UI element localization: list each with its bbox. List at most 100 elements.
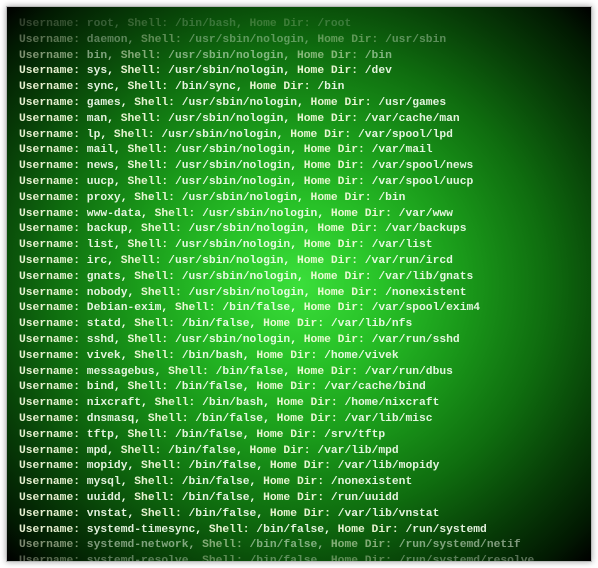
- homedir-label: Home Dir:: [304, 160, 365, 172]
- homedir-value: /var/run/sshd: [372, 334, 460, 346]
- username-label: Username:: [19, 255, 80, 267]
- username-value: man: [87, 113, 107, 125]
- username-value: vnstat: [87, 508, 128, 520]
- homedir-label: Home Dir:: [331, 208, 392, 220]
- user-row: Username: root, Shell: /bin/bash, Home D…: [19, 17, 579, 33]
- shell-label: Shell:: [127, 334, 168, 346]
- homedir-value: /home/vivek: [324, 350, 399, 362]
- homedir-value: /var/lib/misc: [344, 413, 432, 425]
- username-label: Username:: [19, 539, 80, 551]
- terminal-output: Username: root, Shell: /bin/bash, Home D…: [6, 6, 592, 562]
- username-value: uuidd: [87, 492, 121, 504]
- user-list: Username: root, Shell: /bin/bash, Home D…: [7, 7, 591, 562]
- homedir-value: /var/lib/vnstat: [338, 508, 440, 520]
- username-value: irc: [87, 255, 107, 267]
- username-label: Username:: [19, 476, 80, 488]
- shell-value: /bin/false: [182, 318, 250, 330]
- user-row: Username: messagebus, Shell: /bin/false,…: [19, 365, 579, 381]
- username-value: nobody: [87, 287, 128, 299]
- homedir-label: Home Dir:: [338, 524, 399, 536]
- homedir-value: /var/run/ircd: [365, 255, 453, 267]
- homedir-value: /var/www: [399, 208, 453, 220]
- shell-label: Shell:: [121, 65, 162, 77]
- homedir-label: Home Dir:: [304, 144, 365, 156]
- shell-value: /bin/bash: [182, 350, 243, 362]
- homedir-label: Home Dir:: [304, 334, 365, 346]
- username-label: Username:: [19, 445, 80, 457]
- homedir-value: /bin: [378, 192, 405, 204]
- shell-value: /usr/sbin/nologin: [182, 97, 297, 109]
- user-row: Username: mpd, Shell: /bin/false, Home D…: [19, 444, 579, 460]
- homedir-value: /run/systemd/netif: [399, 539, 521, 551]
- username-value: bin: [87, 50, 107, 62]
- homedir-label: Home Dir:: [297, 366, 358, 378]
- username-value: daemon: [87, 34, 128, 46]
- homedir-label: Home Dir:: [304, 239, 365, 251]
- shell-label: Shell:: [134, 350, 175, 362]
- homedir-label: Home Dir:: [263, 492, 324, 504]
- user-row: Username: dnsmasq, Shell: /bin/false, Ho…: [19, 412, 579, 428]
- homedir-value: /run/uuidd: [331, 492, 399, 504]
- shell-label: Shell:: [141, 34, 182, 46]
- homedir-value: /var/spool/news: [372, 160, 474, 172]
- username-label: Username:: [19, 34, 80, 46]
- user-row: Username: gnats, Shell: /usr/sbin/nologi…: [19, 270, 579, 286]
- shell-label: Shell:: [127, 160, 168, 172]
- homedir-label: Home Dir:: [290, 129, 351, 141]
- homedir-label: Home Dir:: [297, 113, 358, 125]
- username-label: Username:: [19, 492, 80, 504]
- homedir-label: Home Dir:: [256, 350, 317, 362]
- shell-value: /usr/sbin/nologin: [175, 334, 290, 346]
- shell-label: Shell:: [121, 113, 162, 125]
- shell-label: Shell:: [127, 18, 168, 30]
- shell-label: Shell:: [134, 192, 175, 204]
- user-row: Username: sshd, Shell: /usr/sbin/nologin…: [19, 333, 579, 349]
- username-value: uucp: [87, 176, 114, 188]
- shell-value: /usr/sbin/nologin: [175, 239, 290, 251]
- username-label: Username:: [19, 302, 80, 314]
- homedir-value: /home/nixcraft: [344, 397, 439, 409]
- username-value: dnsmasq: [87, 413, 134, 425]
- user-row: Username: sys, Shell: /usr/sbin/nologin,…: [19, 64, 579, 80]
- username-label: Username:: [19, 508, 80, 520]
- homedir-label: Home Dir:: [297, 255, 358, 267]
- shell-value: /usr/sbin/nologin: [175, 160, 290, 172]
- user-row: Username: mysql, Shell: /bin/false, Home…: [19, 475, 579, 491]
- shell-label: Shell:: [134, 97, 175, 109]
- username-value: root: [87, 18, 114, 30]
- username-value: bind: [87, 381, 114, 393]
- shell-label: Shell:: [127, 81, 168, 93]
- username-value: news: [87, 160, 114, 172]
- username-value: systemd-resolve: [87, 555, 189, 562]
- shell-label: Shell:: [148, 413, 189, 425]
- shell-value: /bin/false: [189, 508, 257, 520]
- shell-value: /bin/bash: [202, 397, 263, 409]
- user-row: Username: backup, Shell: /usr/sbin/nolog…: [19, 222, 579, 238]
- username-label: Username:: [19, 129, 80, 141]
- shell-value: /usr/sbin/nologin: [189, 34, 304, 46]
- homedir-label: Home Dir:: [263, 476, 324, 488]
- username-value: statd: [87, 318, 121, 330]
- homedir-value: /bin: [365, 50, 392, 62]
- user-row: Username: uuidd, Shell: /bin/false, Home…: [19, 491, 579, 507]
- user-row: Username: Debian-exim, Shell: /bin/false…: [19, 301, 579, 317]
- user-row: Username: vivek, Shell: /bin/bash, Home …: [19, 349, 579, 365]
- homedir-label: Home Dir:: [331, 539, 392, 551]
- shell-value: /usr/sbin/nologin: [175, 176, 290, 188]
- username-label: Username:: [19, 397, 80, 409]
- homedir-label: Home Dir:: [311, 97, 372, 109]
- username-value: vivek: [87, 350, 121, 362]
- homedir-label: Home Dir:: [311, 192, 372, 204]
- homedir-value: /var/lib/nfs: [331, 318, 412, 330]
- shell-value: /bin/false: [175, 381, 243, 393]
- user-row: Username: games, Shell: /usr/sbin/nologi…: [19, 96, 579, 112]
- homedir-value: /var/spool/uucp: [372, 176, 474, 188]
- shell-value: /bin/false: [189, 460, 257, 472]
- user-row: Username: tftp, Shell: /bin/false, Home …: [19, 428, 579, 444]
- shell-value: /usr/sbin/nologin: [175, 144, 290, 156]
- username-label: Username:: [19, 381, 80, 393]
- homedir-value: /var/cache/bind: [324, 381, 426, 393]
- shell-label: Shell:: [155, 397, 196, 409]
- shell-value: /bin/false: [256, 524, 324, 536]
- user-row: Username: bind, Shell: /bin/false, Home …: [19, 380, 579, 396]
